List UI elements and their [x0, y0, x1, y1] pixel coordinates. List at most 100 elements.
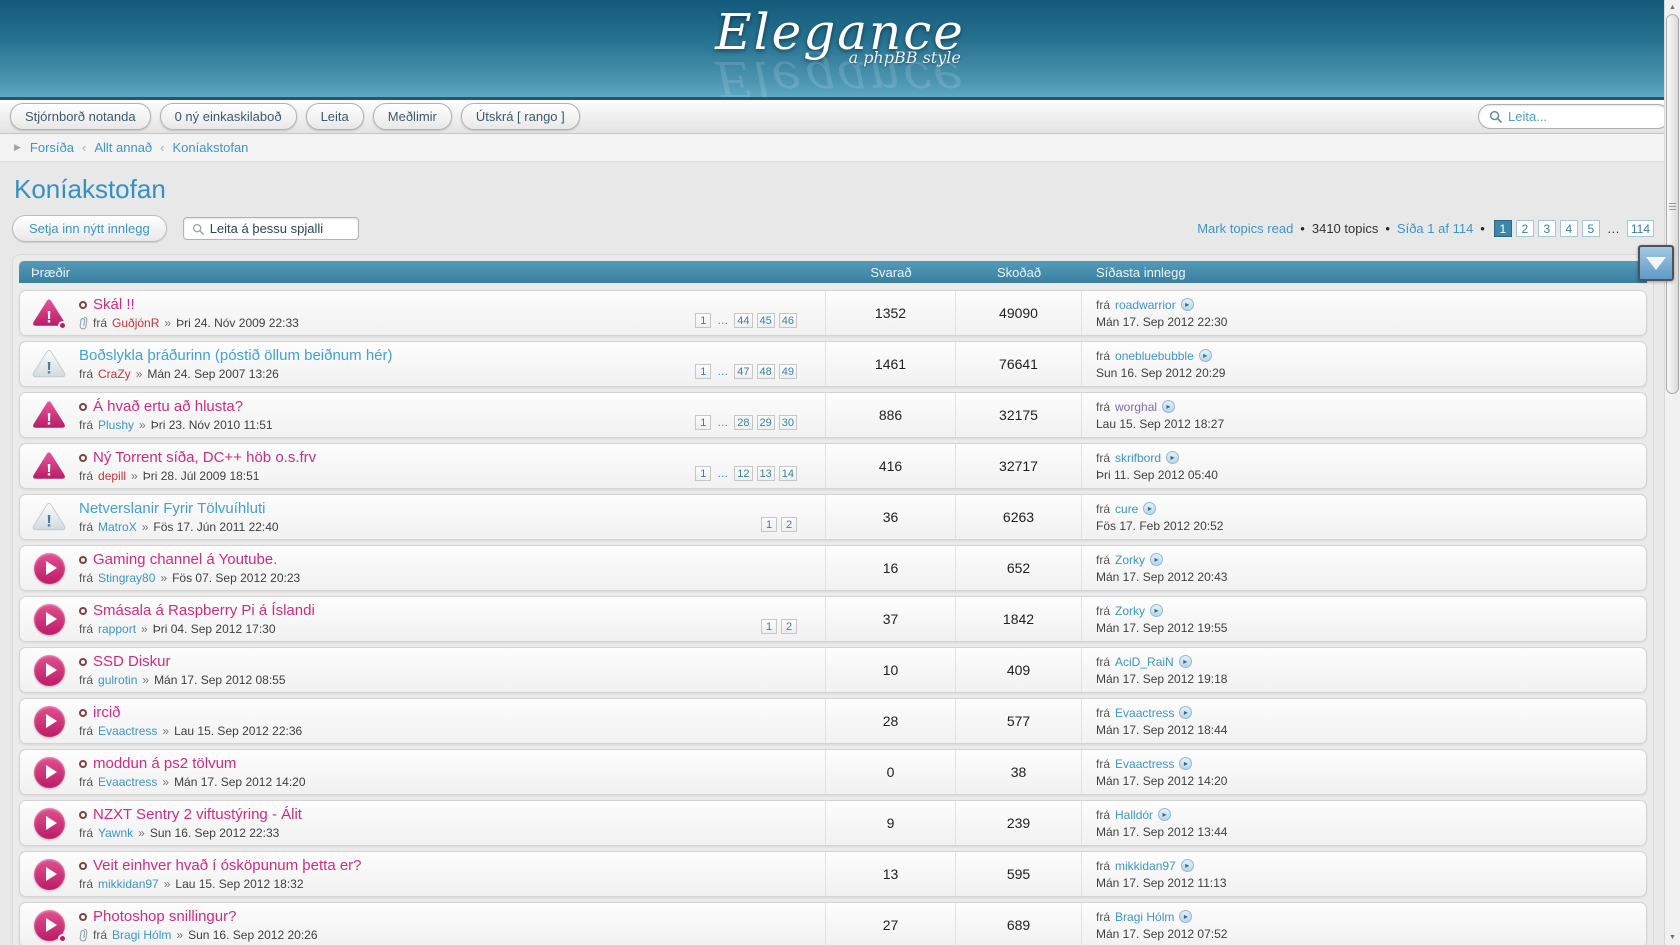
last-post-author-link[interactable]: onebluebubble — [1115, 349, 1194, 363]
topic-title-link[interactable]: ircið — [93, 705, 121, 721]
last-post-author-link[interactable]: skrifbord — [1115, 451, 1161, 465]
topic-page-2[interactable]: 2 — [781, 619, 797, 634]
topic-page-29[interactable]: 29 — [757, 415, 775, 430]
breadcrumb-link-koníakstofan[interactable]: Koníakstofan — [173, 140, 249, 155]
topic-title-link[interactable]: Boðslykla þráðurinn (póstið öllum beiðnu… — [79, 348, 393, 364]
topic-page-28[interactable]: 28 — [734, 415, 752, 430]
topic-title-link[interactable]: NZXT Sentry 2 viftustýring - Álit — [93, 807, 302, 823]
goto-last-post-icon[interactable]: ▸ — [1150, 604, 1163, 617]
topic-author-link[interactable]: Yawnk — [98, 826, 133, 840]
pagination-page-1[interactable]: 1 — [1494, 220, 1512, 237]
last-post-date: Mán 17. Sep 2012 19:18 — [1096, 672, 1646, 686]
topic-title-link[interactable]: Á hvað ertu að hlusta? — [93, 399, 243, 415]
topic-meta-line: fráBragi Hólm»Sun 16. Sep 2012 20:26 — [79, 928, 318, 942]
last-post-author-link[interactable]: cure — [1115, 502, 1138, 516]
topic-author-link[interactable]: gulrotin — [98, 673, 137, 687]
topic-title-link[interactable]: moddun á ps2 tölvum — [93, 756, 236, 772]
topic-author-link[interactable]: CraZy — [98, 367, 131, 381]
topic-page-49[interactable]: 49 — [779, 364, 797, 379]
topic-page-1[interactable]: 1 — [695, 415, 711, 430]
last-post-author-link[interactable]: Evaactress — [1115, 757, 1174, 771]
topic-author-link[interactable]: GuðjónR — [112, 316, 159, 330]
topic-page-13[interactable]: 13 — [757, 466, 775, 481]
topic-title-link[interactable]: Veit einhver hvað í ósköpunum þetta er? — [93, 858, 362, 874]
topic-page-1[interactable]: 1 — [695, 466, 711, 481]
topic-author-link[interactable]: Bragi Hólm — [112, 928, 171, 942]
topic-title-link[interactable]: Skál !! — [93, 297, 135, 313]
last-post-author-link[interactable]: AciD_RaiN — [1115, 655, 1174, 669]
topic-page-1[interactable]: 1 — [761, 517, 777, 532]
topic-title-line: Skál !! — [79, 297, 299, 313]
nav-button-stjórnborð-notanda[interactable]: Stjórnborð notanda — [10, 103, 151, 130]
goto-last-post-icon[interactable]: ▸ — [1199, 349, 1212, 362]
topic-author-link[interactable]: mikkidan97 — [98, 877, 159, 891]
topic-page-46[interactable]: 46 — [779, 313, 797, 328]
scrollbar-thumb[interactable] — [1666, 14, 1679, 394]
quick-search-input[interactable] — [1508, 109, 1680, 124]
forum-search-input[interactable] — [210, 221, 350, 236]
last-post-author-link[interactable]: worghal — [1115, 400, 1157, 414]
topic-page-47[interactable]: 47 — [734, 364, 752, 379]
goto-last-post-icon[interactable]: ▸ — [1179, 655, 1192, 668]
topic-page-12[interactable]: 12 — [734, 466, 752, 481]
jump-to-bottom-button[interactable] — [1638, 245, 1674, 281]
last-post-author-link[interactable]: Evaactress — [1115, 706, 1174, 720]
pagination-page-2[interactable]: 2 — [1516, 220, 1534, 237]
topic-page-2[interactable]: 2 — [781, 517, 797, 532]
goto-last-post-icon[interactable]: ▸ — [1179, 757, 1192, 770]
topic-author-link[interactable]: Plushy — [98, 418, 134, 432]
goto-last-post-icon[interactable]: ▸ — [1158, 808, 1171, 821]
topic-page-30[interactable]: 30 — [779, 415, 797, 430]
last-post-author-link[interactable]: mikkidan97 — [1115, 859, 1176, 873]
pagination-page-4[interactable]: 4 — [1560, 220, 1578, 237]
breadcrumb-link-forsíða[interactable]: Forsíða — [30, 140, 74, 155]
last-post-author-link[interactable]: Halldór — [1115, 808, 1153, 822]
nav-button-útskrá-rango[interactable]: Útskrá [ rango ] — [461, 103, 580, 130]
topic-page-1[interactable]: 1 — [695, 364, 711, 379]
topic-title-link[interactable]: Photoshop snillingur? — [93, 909, 236, 925]
topic-author-link[interactable]: MatroX — [98, 520, 137, 534]
topic-title-link[interactable]: Smásala á Raspberry Pi á Íslandi — [93, 603, 315, 619]
topic-author-link[interactable]: Evaactress — [98, 775, 157, 789]
pagination-page-114[interactable]: 114 — [1627, 220, 1654, 237]
topic-title-link[interactable]: Gaming channel á Youtube. — [93, 552, 277, 568]
topic-page-45[interactable]: 45 — [757, 313, 775, 328]
goto-last-post-icon[interactable]: ▸ — [1179, 910, 1192, 923]
new-topic-button[interactable]: Setja inn nýtt innlegg — [12, 215, 167, 242]
goto-last-post-icon[interactable]: ▸ — [1166, 451, 1179, 464]
topic-author-link[interactable]: Evaactress — [98, 724, 157, 738]
topic-title-link[interactable]: SSD Diskur — [93, 654, 171, 670]
nav-button-0-ný-einkaskilaboð[interactable]: 0 ný einkaskilaboð — [160, 103, 297, 130]
last-post-author-link[interactable]: Bragi Hólm — [1115, 910, 1174, 924]
topic-page-1[interactable]: 1 — [695, 313, 711, 328]
goto-last-post-icon[interactable]: ▸ — [1150, 553, 1163, 566]
nav-button-leita[interactable]: Leita — [306, 103, 364, 130]
goto-last-post-icon[interactable]: ▸ — [1143, 502, 1156, 515]
last-post-author-link[interactable]: roadwarrior — [1115, 298, 1176, 312]
unread-indicator-icon — [79, 658, 87, 666]
goto-last-post-icon[interactable]: ▸ — [1181, 859, 1194, 872]
last-post-author-link[interactable]: Zorky — [1115, 553, 1145, 567]
scroll-up-arrow-icon[interactable]: ▲ — [1665, 0, 1680, 15]
scrollbar[interactable]: ▲ ▼ — [1664, 0, 1680, 945]
topic-page-1[interactable]: 1 — [761, 619, 777, 634]
topic-author-link[interactable]: rapport — [98, 622, 136, 636]
topic-page-14[interactable]: 14 — [779, 466, 797, 481]
play-icon — [46, 612, 57, 626]
pagination-page-5[interactable]: 5 — [1582, 220, 1600, 237]
pagination-page-3[interactable]: 3 — [1538, 220, 1556, 237]
topic-title-link[interactable]: Ný Torrent síða, DC++ höb o.s.frv — [93, 450, 316, 466]
topic-author-link[interactable]: Stingray80 — [98, 571, 155, 585]
last-post-author-link[interactable]: Zorky — [1115, 604, 1145, 618]
goto-last-post-icon[interactable]: ▸ — [1181, 298, 1194, 311]
topic-author-link[interactable]: depill — [98, 469, 126, 483]
topic-title-link[interactable]: Netverslanir Fyrir Tölvuíhluti — [79, 501, 265, 517]
topic-page-48[interactable]: 48 — [757, 364, 775, 379]
mark-topics-read-link[interactable]: Mark topics read — [1197, 221, 1293, 236]
nav-button-meðlimir[interactable]: Meðlimir — [373, 103, 452, 130]
breadcrumb-link-allt-annað[interactable]: Allt annað — [94, 140, 152, 155]
goto-last-post-icon[interactable]: ▸ — [1162, 400, 1175, 413]
topic-page-44[interactable]: 44 — [734, 313, 752, 328]
goto-last-post-icon[interactable]: ▸ — [1179, 706, 1192, 719]
scroll-down-arrow-icon[interactable]: ▼ — [1665, 930, 1680, 945]
